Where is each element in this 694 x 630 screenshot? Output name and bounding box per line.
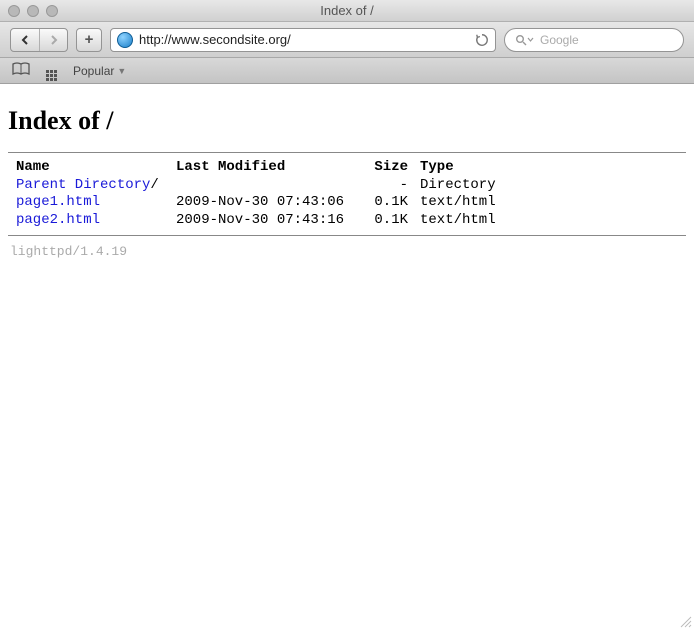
window-title: Index of / (0, 3, 694, 18)
back-button[interactable] (11, 29, 39, 51)
reload-icon[interactable] (475, 33, 489, 47)
file-link[interactable]: page1.html (16, 194, 100, 210)
bookmarks-folder-popular[interactable]: Popular ▼ (73, 64, 126, 78)
open-book-icon[interactable] (12, 62, 30, 79)
page-heading: Index of / (8, 106, 686, 136)
page-content: Index of / NameLast ModifiedSizeTypePare… (0, 84, 694, 630)
forward-icon (49, 35, 59, 45)
listing-header-row: NameLast ModifiedSizeType (16, 159, 686, 177)
listing-row: Parent Directory/-Directory (16, 177, 686, 195)
browser-toolbar: + Google (0, 22, 694, 58)
add-bookmark-button[interactable]: + (76, 28, 102, 52)
back-icon (20, 35, 30, 45)
window-titlebar: Index of / (0, 0, 694, 22)
chevron-down-icon (527, 36, 534, 43)
file-link[interactable]: Parent Directory (16, 177, 150, 193)
server-signature: lighttpd/1.4.19 (8, 236, 686, 259)
bookmarks-folder-label: Popular (73, 64, 114, 78)
nav-button-group (10, 28, 68, 52)
listing-row: page1.html2009-Nov-30 07:43:060.1Ktext/h… (16, 194, 686, 212)
search-bar[interactable]: Google (504, 28, 684, 52)
search-placeholder: Google (540, 33, 579, 47)
window-resize-handle[interactable] (678, 614, 692, 628)
plus-icon: + (85, 31, 94, 48)
address-bar[interactable] (110, 28, 496, 52)
bookmarks-bar: Popular ▼ (0, 58, 694, 84)
search-icon (515, 34, 534, 46)
file-link[interactable]: page2.html (16, 212, 100, 228)
forward-button[interactable] (39, 29, 67, 51)
site-favicon-icon (117, 32, 133, 48)
listing-row: page2.html2009-Nov-30 07:43:160.1Ktext/h… (16, 212, 686, 230)
chevron-down-icon: ▼ (117, 66, 126, 76)
top-sites-icon[interactable] (46, 60, 57, 81)
url-input[interactable] (139, 32, 469, 47)
directory-listing: NameLast ModifiedSizeTypeParent Director… (8, 152, 686, 236)
